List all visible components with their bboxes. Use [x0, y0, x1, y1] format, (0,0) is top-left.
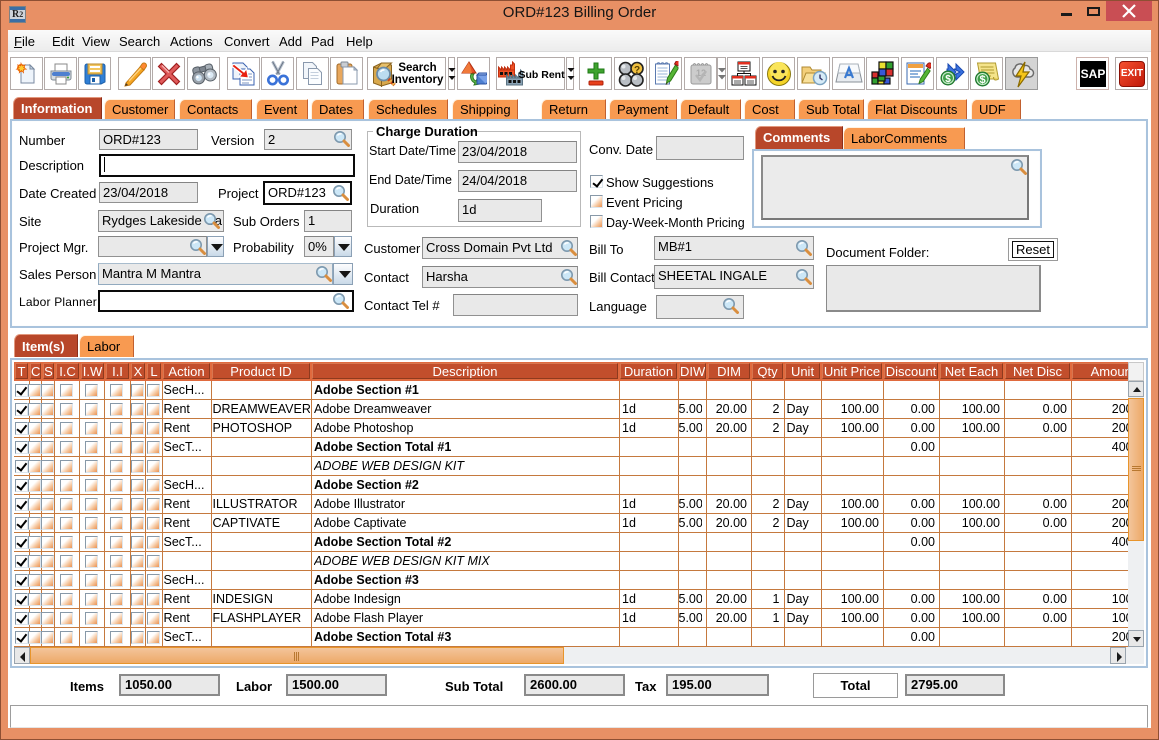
svg-text:$: $	[945, 74, 951, 85]
svg-text:Sub Rent: Sub Rent	[518, 69, 564, 81]
svg-text:Inventory: Inventory	[391, 74, 443, 86]
svg-text:$: $	[979, 74, 985, 86]
svg-text:?: ?	[633, 65, 639, 76]
svg-text:Search: Search	[398, 62, 436, 74]
